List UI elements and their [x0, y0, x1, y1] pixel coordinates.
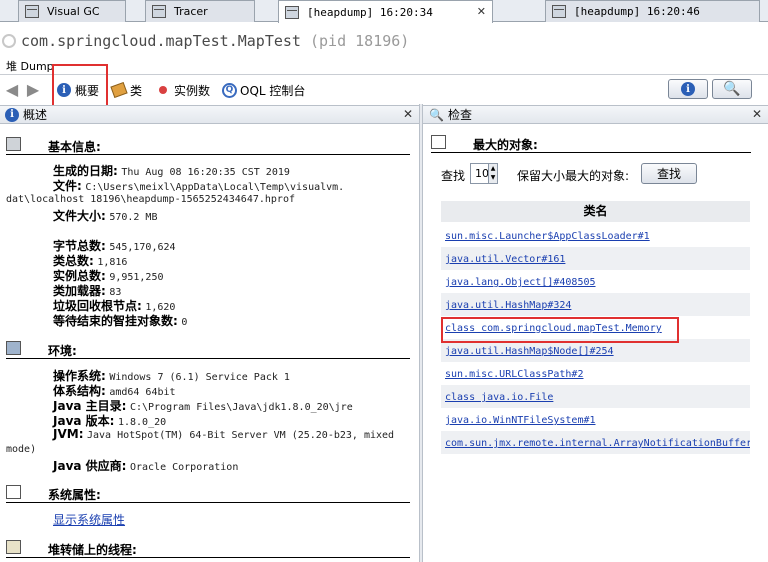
- jvm-row-cont: mode): [6, 444, 37, 455]
- class-row[interactable]: java.lang.Object[]#408505: [441, 270, 750, 293]
- tab-visual-gc[interactable]: Visual GC: [18, 0, 126, 22]
- overview-panel: 基本信息: 生成的日期: Thu Aug 08 16:20:35 CST 201…: [0, 125, 419, 562]
- spinner-arrows-icon[interactable]: ▲ ▼: [488, 164, 497, 183]
- close-icon[interactable]: ✕: [752, 107, 762, 121]
- class-row[interactable]: class java.io.File: [441, 385, 750, 408]
- count-spinner[interactable]: 10 ▲ ▼: [470, 163, 498, 184]
- forward-arrow-icon[interactable]: ▶: [24, 82, 42, 98]
- search-icon: 🔍: [429, 107, 444, 122]
- tracer-icon: [152, 5, 166, 18]
- heapdump-icon: [552, 5, 566, 18]
- title-row: com.springcloud.mapTest.MapTest (pid 181…: [0, 24, 768, 58]
- toolbar: ◀ ▶ i 概要 类 实例数 Q OQL 控制台 i 🔍: [0, 76, 768, 104]
- highlight-box: [441, 317, 679, 343]
- threads-section: 堆转储上的线程:: [6, 540, 410, 558]
- highlight-box: [52, 64, 108, 108]
- count-suffix-label: 保留大小最大的对象:: [517, 169, 630, 183]
- inspect-panel: 最大的对象: 查找 10 ▲ ▼ 保留大小最大的对象: 查找 类名 sun.mis…: [423, 125, 768, 562]
- page-title: com.springcloud.mapTest.MapTest (pid 181…: [21, 32, 410, 50]
- search-icon: [431, 135, 446, 149]
- jvm-row: JVM: Java HotSpot(TM) 64-Bit Server VM (…: [53, 427, 395, 441]
- search-view-button[interactable]: 🔍: [712, 79, 752, 99]
- database-icon: [6, 137, 21, 151]
- tab-heapdump-1[interactable]: [heapdump] 16:20:34 ✕: [278, 0, 493, 23]
- threads-icon: [6, 540, 21, 554]
- largest-objects-section: 最大的对象:: [431, 135, 751, 153]
- class-row[interactable]: java.util.HashMap#324: [441, 293, 750, 316]
- info-view-button[interactable]: i: [668, 79, 708, 99]
- divider: [0, 74, 768, 75]
- oql-console-button[interactable]: Q OQL 控制台: [222, 80, 305, 100]
- tab-bar: Visual GC Tracer [heapdump] 16:20:34 ✕ […: [0, 0, 768, 23]
- document-icon: [6, 485, 21, 499]
- heapdump-icon: [285, 5, 299, 19]
- computer-icon: [6, 341, 21, 355]
- application-icon: [2, 34, 16, 48]
- visual-gc-icon: [25, 5, 39, 18]
- find-button[interactable]: 查找: [641, 163, 697, 184]
- vendor-row: Java 供应商: Oracle Corporation: [53, 459, 239, 473]
- close-icon[interactable]: ✕: [477, 5, 486, 18]
- show-system-properties-link[interactable]: 显示系统属性: [53, 511, 125, 528]
- class-row[interactable]: sun.misc.Launcher$AppClassLoader#1: [441, 224, 750, 247]
- class-name-column-header[interactable]: 类名: [441, 201, 750, 222]
- search-icon: 🔍: [723, 81, 741, 97]
- class-row[interactable]: java.io.WinNTFileSystem#1: [441, 408, 750, 431]
- overview-panel-header: i 概述 ✕: [0, 105, 419, 124]
- info-icon: i: [5, 107, 19, 122]
- environment-section: 环境:: [6, 341, 410, 359]
- oql-icon: Q: [222, 82, 237, 98]
- finalize-row: 等待结束的智挂对象数: 0: [53, 314, 188, 328]
- size-row: 文件大小: 570.2 MB: [53, 209, 158, 223]
- file-row-cont: dat\localhost 18196\heapdump-15652524346…: [6, 194, 295, 205]
- tab-tracer[interactable]: Tracer: [145, 0, 255, 22]
- class-icon: [110, 81, 128, 99]
- instances-button[interactable]: 实例数: [159, 80, 210, 100]
- tab-heapdump-2[interactable]: [heapdump] 16:20:46: [545, 0, 760, 22]
- inspect-panel-header: 🔍 检查 ✕: [423, 105, 768, 124]
- class-row[interactable]: sun.misc.URLClassPath#2: [441, 362, 750, 385]
- class-row[interactable]: java.util.Vector#161: [441, 247, 750, 270]
- back-arrow-icon[interactable]: ◀: [3, 82, 21, 98]
- system-properties-section: 系统属性:: [6, 485, 410, 503]
- instance-icon: [159, 86, 167, 94]
- find-label: 查找: [441, 169, 466, 183]
- basic-info-section: 基本信息:: [6, 137, 410, 155]
- close-icon[interactable]: ✕: [403, 107, 413, 121]
- classes-button[interactable]: 类: [110, 80, 142, 100]
- info-icon: i: [681, 82, 695, 96]
- class-row[interactable]: com.sun.jmx.remote.internal.ArrayNotific…: [441, 431, 750, 454]
- heap-dump-label: 堆 Dump: [6, 60, 54, 73]
